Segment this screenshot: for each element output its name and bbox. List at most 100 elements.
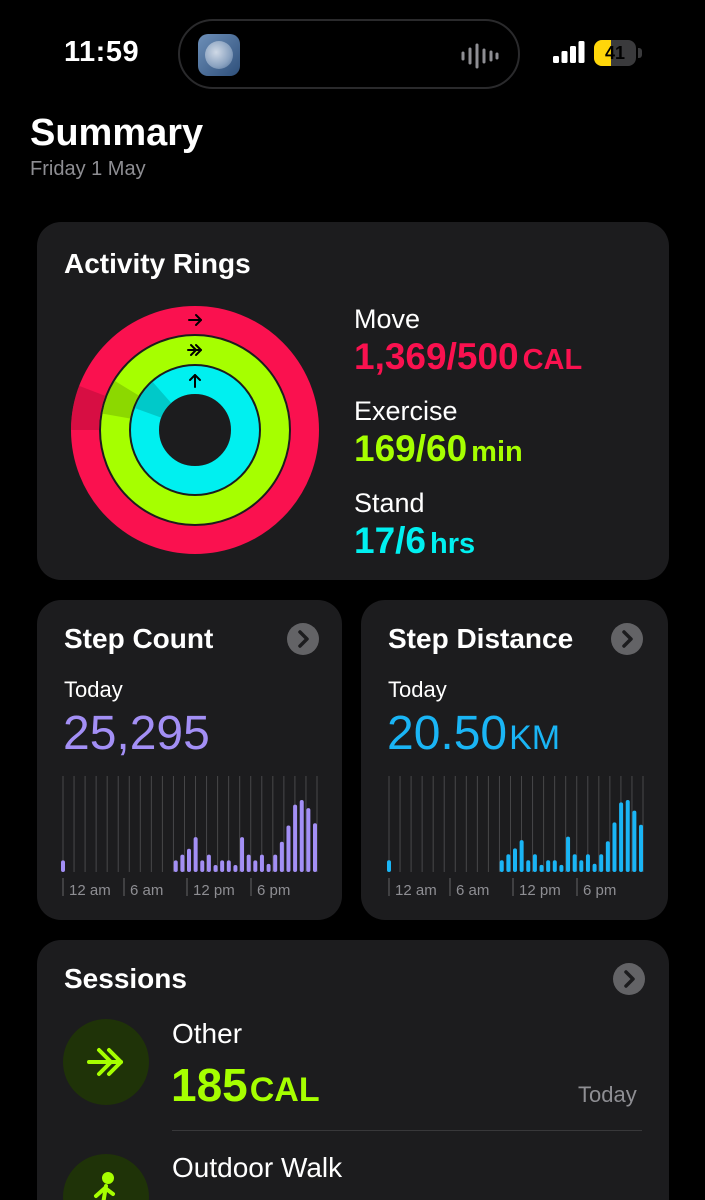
chart-bar bbox=[273, 854, 278, 872]
chart-bar bbox=[206, 854, 211, 872]
step-count-card[interactable]: Step Count Today 25,295 12 am 6 am 12 pm 6 … bbox=[37, 600, 342, 920]
session-date: Today bbox=[578, 1082, 637, 1107]
walking-figure-icon bbox=[63, 1154, 149, 1200]
chart-tick-label: 12 pm bbox=[519, 882, 561, 899]
chart-bar bbox=[619, 802, 624, 872]
chevron-right-icon bbox=[624, 970, 635, 988]
chevron-right-icon bbox=[298, 630, 309, 648]
dynamic-island[interactable] bbox=[178, 19, 520, 89]
chart-bar bbox=[585, 854, 590, 872]
chart-bar bbox=[306, 808, 311, 872]
chart-bar bbox=[579, 860, 584, 872]
chart-bar bbox=[625, 800, 630, 872]
chart-bar bbox=[639, 824, 643, 872]
chart-bar bbox=[180, 854, 185, 872]
chart-bar bbox=[519, 840, 524, 872]
stand-label: Stand bbox=[354, 488, 425, 518]
battery-level: 41 bbox=[604, 43, 626, 63]
chart-bar bbox=[286, 825, 291, 872]
chart-bar bbox=[559, 864, 564, 872]
page-title: Summary bbox=[30, 112, 204, 154]
chart-bar bbox=[213, 865, 218, 872]
chart-tick-label: 6 am bbox=[130, 882, 163, 899]
chart-tick-label: 12 am bbox=[395, 882, 437, 899]
chart-bar bbox=[599, 854, 604, 872]
chart-bar bbox=[299, 800, 304, 872]
step-count-chart: 12 am 6 am 12 pm 6 pm bbox=[61, 776, 318, 899]
cellular-signal-icon bbox=[553, 41, 585, 63]
chart-tick-label: 12 am bbox=[69, 882, 111, 899]
chart-bar bbox=[513, 848, 517, 872]
session-name: Other bbox=[172, 1018, 243, 1049]
session-name: Outdoor Walk bbox=[172, 1152, 343, 1183]
chart-bar bbox=[173, 860, 178, 872]
move-label: Move bbox=[354, 304, 421, 334]
step-distance-chart: 12 am 6 am 12 pm 6 pm bbox=[387, 776, 644, 899]
step-count-value: 25,295 bbox=[63, 707, 210, 760]
step-distance-card[interactable]: Step Distance Today 20.50KM 12 am 6 am 12 … bbox=[361, 600, 668, 920]
chart-bar bbox=[612, 822, 617, 872]
move-value: 1,369/500 CAL bbox=[354, 336, 583, 377]
step-count-title: Step Count bbox=[64, 623, 214, 654]
activity-rings-card[interactable]: Activity Rings Move 1,369/500 CAL Exercis… bbox=[37, 222, 669, 580]
chart-bar bbox=[592, 863, 597, 872]
chart-bar bbox=[259, 854, 264, 872]
chart-bar bbox=[293, 804, 298, 872]
step-count-chevron-button[interactable] bbox=[287, 623, 319, 655]
chart-bar bbox=[526, 860, 531, 872]
chart-bar bbox=[193, 837, 198, 872]
chart-bar bbox=[266, 863, 271, 872]
chart-bar bbox=[61, 860, 65, 872]
chart-bar bbox=[200, 860, 205, 872]
chart-bar bbox=[605, 841, 610, 872]
sessions-card[interactable]: Sessions Other 185CAL Today Outdoor Walk bbox=[37, 940, 669, 1200]
exercise-value: 169/60 min bbox=[354, 428, 523, 469]
session-value: 1.11 bbox=[171, 1190, 258, 1200]
audio-waveform-icon bbox=[461, 43, 499, 69]
activity-rings-title: Activity Rings bbox=[64, 248, 251, 279]
chart-bar bbox=[220, 860, 225, 872]
chart-bar bbox=[506, 854, 511, 872]
chart-tick-label: 12 pm bbox=[193, 882, 235, 899]
chart-tick-label: 6 pm bbox=[257, 882, 290, 899]
step-distance-chevron-button[interactable] bbox=[611, 623, 643, 655]
chart-bar bbox=[572, 854, 577, 872]
chart-bar bbox=[279, 841, 284, 872]
sessions-chevron-button[interactable] bbox=[613, 963, 645, 995]
chart-bar bbox=[253, 860, 258, 872]
divider bbox=[172, 1130, 642, 1131]
status-bar: 11:59 41 bbox=[0, 0, 705, 100]
chart-bar bbox=[226, 860, 231, 872]
chart-bar bbox=[632, 810, 637, 872]
stand-value: 17/6 hrs bbox=[354, 520, 476, 561]
step-count-period: Today bbox=[64, 677, 123, 702]
activity-rings-graphic bbox=[71, 306, 319, 554]
ring-stats: Move 1,369/500 CAL Exercise 169/60 min Sta… bbox=[354, 302, 582, 578]
sessions-title: Sessions bbox=[64, 963, 187, 994]
page-date: Friday 1 May bbox=[30, 158, 146, 180]
battery-icon: 41 bbox=[594, 40, 642, 66]
chart-bar bbox=[387, 860, 391, 872]
chart-bar bbox=[240, 837, 245, 872]
chevron-right-icon bbox=[622, 630, 633, 648]
chart-bar bbox=[539, 864, 544, 872]
chart-bar bbox=[532, 854, 537, 872]
chart-bar bbox=[552, 860, 557, 872]
chart-bar bbox=[566, 836, 571, 872]
chart-bar bbox=[499, 860, 504, 872]
chart-bar bbox=[546, 860, 551, 872]
step-distance-title: Step Distance bbox=[388, 623, 574, 654]
double-arrow-icon bbox=[63, 1019, 149, 1105]
status-time: 11:59 bbox=[64, 36, 140, 68]
chart-tick-label: 6 am bbox=[456, 882, 489, 899]
chart-bar bbox=[313, 823, 317, 872]
step-distance-value: 20.50KM bbox=[387, 707, 561, 760]
chart-tick-label: 6 pm bbox=[583, 882, 616, 899]
exercise-label: Exercise bbox=[354, 396, 458, 426]
now-playing-app-icon[interactable] bbox=[198, 34, 240, 76]
session-value: 185CAL bbox=[171, 1059, 320, 1111]
chart-bar bbox=[246, 854, 251, 872]
step-distance-period: Today bbox=[388, 677, 447, 702]
chart-bar bbox=[233, 865, 238, 872]
chart-bar bbox=[187, 848, 191, 872]
